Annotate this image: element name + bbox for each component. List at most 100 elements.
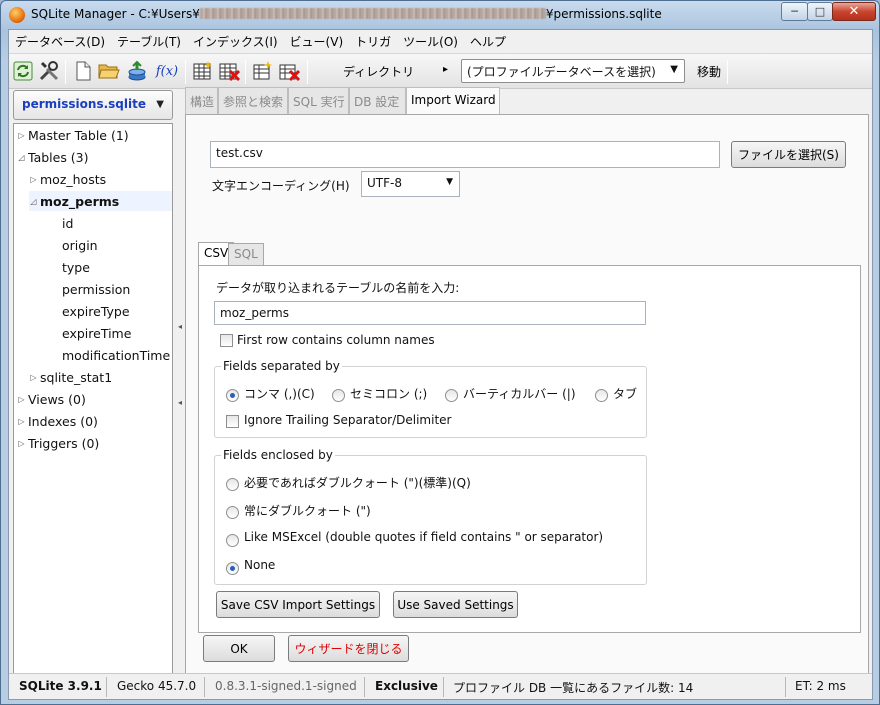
expand-toggle-icon[interactable]: ▷ — [17, 417, 26, 426]
expand-toggle-icon[interactable]: ▷ — [17, 395, 26, 404]
tree-item[interactable]: ▷ Views (0) — [17, 389, 172, 409]
folder-open-icon — [98, 64, 120, 79]
tree-item-label: modificationTime — [62, 347, 171, 363]
close-icon: ✕ — [848, 4, 860, 19]
encoding-label: 文字エンコーディング(H) — [212, 179, 350, 193]
menu-database[interactable]: データベース(D) — [9, 30, 111, 52]
encoding-select[interactable]: UTF-8 ▼ — [361, 171, 460, 197]
ok-button[interactable]: OK — [203, 635, 275, 662]
directory-arrow-icon[interactable]: ▸ — [443, 64, 448, 75]
drop-index-button[interactable] — [277, 59, 301, 83]
tree-item[interactable]: permission — [49, 279, 172, 299]
tree-item[interactable]: type — [49, 257, 172, 277]
tree-item[interactable]: ▷ Master Table (1) — [17, 125, 172, 145]
tree-item[interactable]: ▷ moz_hosts — [29, 169, 172, 189]
sqlite-version: SQLite 3.9.1 — [19, 679, 102, 693]
status-separator — [364, 677, 365, 697]
minimize-icon: ─ — [791, 5, 798, 18]
title-bar[interactable]: SQLite Manager - C:¥Users¥ ¥permissions.s… — [1, 1, 879, 29]
enclose-none-radio[interactable] — [226, 562, 239, 575]
tree-item-label: Indexes (0) — [28, 413, 98, 429]
menu-index[interactable]: インデックス(I) — [187, 30, 284, 52]
separator-comma-radio[interactable] — [226, 389, 239, 402]
expand-toggle-icon[interactable]: ▷ — [17, 131, 26, 140]
tree-item-label: Views (0) — [28, 391, 86, 407]
table-name-input[interactable]: moz_perms — [214, 301, 646, 325]
expand-toggle-icon[interactable]: ▷ — [17, 439, 26, 448]
index-add-icon — [253, 61, 272, 80]
panel-splitter[interactable]: ◂ ◂ — [177, 90, 183, 678]
ignore-trailing-checkbox[interactable] — [226, 415, 239, 428]
tree-item[interactable]: ▷ Indexes (0) — [17, 411, 172, 431]
go-button[interactable]: 移動 — [697, 63, 721, 80]
menu-tools[interactable]: ツール(O) — [397, 30, 464, 52]
attach-database-button[interactable] — [125, 59, 149, 83]
enclose-msexcel-radio[interactable] — [226, 534, 239, 547]
database-name: permissions.sqlite — [22, 97, 146, 111]
menu-table[interactable]: テーブル(T) — [111, 30, 187, 52]
separator-pipe-radio[interactable] — [445, 389, 458, 402]
expand-toggle-icon[interactable]: ▷ — [29, 175, 38, 184]
separator-tab-label: タブ — [613, 387, 638, 401]
menu-help[interactable]: ヘルプ — [464, 30, 512, 52]
minimize-button[interactable]: ─ — [781, 2, 808, 21]
separator-semicolon-radio[interactable] — [332, 389, 345, 402]
database-select[interactable]: permissions.sqlite ▼ — [13, 90, 173, 120]
tab-browse-search[interactable]: 参照と検索 — [218, 87, 288, 114]
create-table-button[interactable] — [191, 59, 215, 83]
tree-item[interactable]: expireType — [49, 301, 172, 321]
tree-item-label: id — [62, 215, 74, 231]
first-row-checkbox[interactable] — [220, 334, 233, 347]
close-button[interactable]: ✕ — [832, 2, 876, 21]
tools-button[interactable] — [37, 59, 61, 83]
tree-item[interactable]: ▷ Triggers (0) — [17, 433, 172, 453]
use-saved-settings-button[interactable]: Use Saved Settings — [393, 591, 518, 618]
menu-trigger[interactable]: トリガ — [349, 30, 397, 52]
import-wizard-panel: test.csv ファイルを選択(S) 文字エンコーディング(H) UTF-8 … — [185, 114, 869, 678]
window-title: SQLite Manager - C:¥Users¥ ¥permissions.s… — [31, 7, 662, 21]
tree-item[interactable]: ▷ sqlite_stat1 — [29, 367, 172, 387]
choose-file-button[interactable]: ファイルを選択(S) — [731, 141, 846, 168]
toolbar-separator — [185, 60, 186, 84]
expand-toggle-icon[interactable]: ▷ — [29, 373, 38, 382]
menu-view[interactable]: ビュー(V) — [284, 30, 350, 52]
drop-table-button[interactable] — [217, 59, 241, 83]
tab-structure[interactable]: 構造 — [185, 87, 218, 114]
open-database-button[interactable] — [97, 59, 121, 83]
functions-button[interactable]: f(x) — [153, 59, 181, 83]
tree-item[interactable]: ◿ moz_perms — [29, 191, 172, 211]
subtab-sql[interactable]: SQL — [228, 243, 264, 265]
schema-tree[interactable]: ▷ Master Table (1) ◿ Tables (3) ▷ moz_hosts ◿ m… — [13, 123, 173, 678]
tree-item[interactable]: ◿ Tables (3) — [17, 147, 172, 167]
tree-item-label: Triggers (0) — [28, 435, 100, 451]
import-file-field[interactable]: test.csv — [210, 141, 720, 168]
enclose-optional-radio[interactable] — [226, 478, 239, 491]
tab-import-wizard[interactable]: Import Wizard — [406, 87, 500, 115]
tab-execute-sql[interactable]: SQL 実行 — [288, 87, 349, 114]
tree-item-label: expireTime — [62, 325, 132, 341]
create-index-button[interactable] — [251, 59, 275, 83]
tab-db-settings[interactable]: DB 設定 — [349, 87, 406, 114]
maximize-button[interactable]: □ — [807, 2, 833, 21]
profile-database-select[interactable]: (プロファイルデータベースを選択) ▼ — [461, 59, 685, 83]
enclose-always-radio[interactable] — [226, 506, 239, 519]
new-file-icon — [76, 61, 91, 81]
tree-item[interactable]: expireTime — [49, 323, 172, 343]
reconnect-button[interactable] — [11, 59, 35, 83]
table-add-icon — [193, 61, 212, 80]
profile-db-count: プロファイル DB 一覧にあるファイル数: 14 — [453, 681, 694, 695]
close-wizard-button[interactable]: ウィザードを閉じる — [288, 635, 409, 662]
menu-bar: データベース(D) テーブル(T) インデックス(I) ビュー(V) トリガ ツ… — [9, 30, 872, 52]
expand-toggle-icon[interactable]: ◿ — [17, 153, 26, 162]
attach-database-icon — [128, 60, 146, 81]
new-database-button[interactable] — [71, 59, 95, 83]
save-csv-settings-button[interactable]: Save CSV Import Settings — [216, 591, 380, 618]
tree-item[interactable]: id — [49, 213, 172, 233]
tree-item[interactable]: modificationTime — [49, 345, 172, 365]
client-area: データベース(D) テーブル(T) インデックス(I) ビュー(V) トリガ ツ… — [8, 29, 873, 700]
expand-toggle-icon[interactable]: ◿ — [29, 197, 38, 206]
splitter-grip-icon: ◂ — [178, 322, 183, 331]
separator-tab-radio[interactable] — [595, 389, 608, 402]
status-separator — [443, 677, 444, 697]
tree-item[interactable]: origin — [49, 235, 172, 255]
